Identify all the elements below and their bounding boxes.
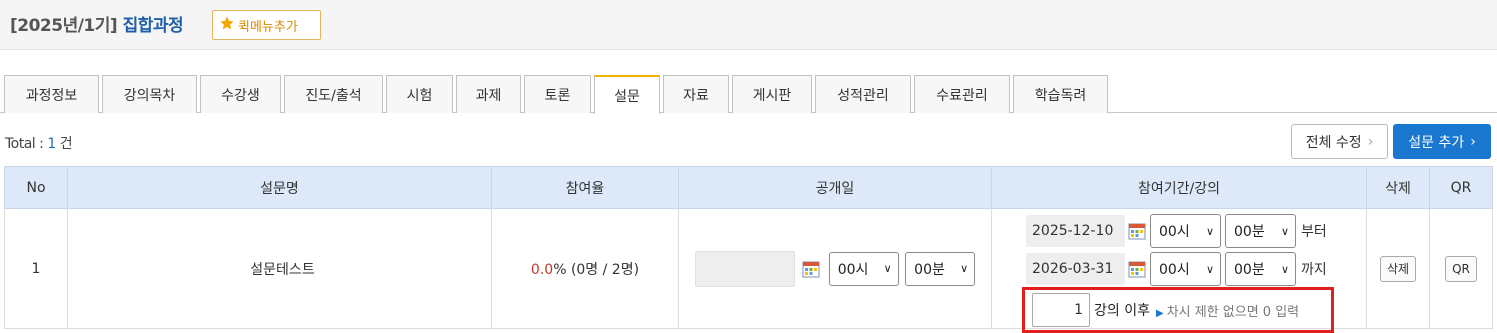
tab-label: 학습독려 [1034, 87, 1087, 104]
survey-table: No 설문명 참여율 공개일 참여기간/강의 삭제 QR 1 설문테스트 0.0… [4, 166, 1493, 333]
tab-label: 수강생 [221, 87, 260, 104]
total-number: 1 [47, 136, 56, 152]
top-bar: [2025년/1기] 집합과정 퀵메뉴추가 [0, 0, 1497, 50]
header-no: No [4, 166, 68, 209]
chevron-down-icon: ∨ [1280, 224, 1289, 238]
period-end-row: 2026-03-31 00시 ∨ 00분 ∨ 까지 [1026, 251, 1327, 287]
tab-label: 게시판 [752, 87, 792, 104]
table-header-row: No 설문명 참여율 공개일 참여기간/강의 삭제 QR [4, 166, 1493, 209]
rate-percent: 0.0 [530, 261, 554, 278]
tab-label: 진도/출석 [305, 87, 362, 104]
lecture-hint: ▶ 차시 제한 없으면 0 입력 [1156, 301, 1299, 320]
chevron-down-icon: ∨ [1280, 262, 1289, 276]
open-hour-value: 00시 [837, 261, 869, 278]
total-prefix: Total : [5, 136, 48, 152]
delete-button[interactable]: 삭제 [1379, 255, 1417, 282]
cell-delete: 삭제 [1366, 208, 1430, 329]
table-row: 1 설문테스트 0.0% (0명 / 2명) 00시 ∨ 00분 ∨ 2025-12… [4, 208, 1493, 333]
tab-students[interactable]: 수강생 [200, 75, 281, 113]
tab-materials[interactable]: 자료 [663, 75, 729, 113]
survey-name-link[interactable]: 설문테스트 [67, 208, 492, 329]
tab-label: 성적관리 [837, 87, 889, 104]
end-date-input[interactable]: 2026-03-31 [1026, 253, 1125, 285]
start-minute-select[interactable]: 00분 ∨ [1225, 214, 1296, 248]
tab-board[interactable]: 게시판 [732, 75, 812, 113]
open-minute-select[interactable]: 00분 ∨ [905, 251, 976, 286]
tab-exam[interactable]: 시험 [386, 75, 453, 113]
end-minute-select[interactable]: 00분 ∨ [1225, 252, 1296, 286]
tab-progress-attendance[interactable]: 진도/출석 [284, 75, 383, 113]
course-name: 집합과정 [122, 16, 184, 36]
tab-encouragement[interactable]: 학습독려 [1013, 75, 1108, 113]
tab-label: 과정정보 [25, 87, 78, 104]
tab-label: 과제 [475, 87, 502, 104]
chevron-down-icon: ∨ [1205, 262, 1214, 276]
header-period: 참여기간/강의 [991, 166, 1367, 209]
start-suffix: 부터 [1301, 224, 1327, 240]
open-minute-value: 00분 [914, 261, 945, 278]
triangle-right-icon: ▶ [1155, 307, 1164, 319]
tab-label: 자료 [683, 87, 709, 104]
tab-survey[interactable]: 설문 [594, 75, 660, 114]
tab-label: 설문 [614, 88, 640, 105]
tab-label: 강의목차 [123, 87, 176, 104]
end-minute-value: 00분 [1234, 262, 1265, 278]
open-date-input[interactable] [694, 250, 795, 287]
total-unit: 건 [55, 136, 73, 152]
cell-period: 2025-12-10 00시 ∨ 00분 ∨ 부터 2026-03-31 00시 ∨ … [991, 208, 1367, 333]
tab-label: 토론 [544, 87, 571, 104]
tab-completion[interactable]: 수료관리 [914, 75, 1010, 113]
lecture-hint-text: 차시 제한 없으면 0 입력 [1166, 304, 1300, 320]
course-title: [2025년/1기] 집합과정 [10, 11, 184, 36]
calendar-icon[interactable] [802, 260, 820, 278]
header-name: 설문명 [67, 166, 492, 209]
cell-no: 1 [4, 208, 68, 329]
tab-course-info[interactable]: 과정정보 [4, 75, 99, 113]
end-suffix: 까지 [1301, 262, 1327, 278]
start-hour-value: 00시 [1159, 224, 1190, 240]
chevron-right-icon: › [1470, 133, 1476, 150]
cell-rate: 0.0% (0명 / 2명) [491, 208, 679, 329]
edit-all-button[interactable]: 전체 수정 › [1291, 124, 1388, 159]
tab-label: 수료관리 [936, 87, 988, 104]
chevron-down-icon: ∨ [960, 262, 969, 275]
quick-menu-add-label: 퀵메뉴추가 [238, 19, 298, 35]
header-delete: 삭제 [1366, 166, 1430, 209]
tab-discussion[interactable]: 토론 [524, 75, 591, 113]
header-open-date: 공개일 [678, 166, 992, 209]
chevron-down-icon: ∨ [1205, 224, 1214, 238]
period-start-row: 2025-12-10 00시 ∨ 00분 ∨ 부터 [1026, 213, 1327, 249]
start-hour-select[interactable]: 00시 ∨ [1150, 214, 1221, 248]
rate-detail: % (0명 / 2명) [553, 261, 640, 278]
edit-all-label: 전체 수정 [1305, 134, 1362, 151]
lecture-limit-highlight: 1 강의 이후 ▶ 차시 제한 없으면 0 입력 [1022, 287, 1334, 333]
add-survey-button[interactable]: 설문 추가 › [1393, 124, 1491, 159]
course-tabs: 과정정보 강의목차 수강생 진도/출석 시험 과제 토론 설문 자료 게시판 성… [4, 75, 1111, 114]
course-term: [2025년/1기] [10, 16, 118, 36]
calendar-icon[interactable] [1128, 222, 1146, 240]
star-icon [219, 15, 235, 35]
qr-button[interactable]: QR [1445, 255, 1477, 282]
header-rate: 참여율 [491, 166, 679, 209]
start-minute-value: 00분 [1234, 224, 1265, 240]
lecture-limit-input[interactable]: 1 [1032, 293, 1090, 327]
chevron-right-icon: › [1367, 133, 1374, 150]
total-count: Total : 1 건 [5, 133, 73, 153]
open-hour-select[interactable]: 00시 ∨ [828, 251, 899, 286]
tab-label: 시험 [406, 87, 433, 104]
cell-open-date: 00시 ∨ 00분 ∨ [678, 208, 992, 329]
quick-menu-add-button[interactable]: 퀵메뉴추가 [212, 10, 321, 40]
tab-assignment[interactable]: 과제 [456, 75, 521, 113]
end-hour-select[interactable]: 00시 ∨ [1150, 252, 1221, 286]
add-survey-label: 설문 추가 [1408, 134, 1465, 151]
chevron-down-icon: ∨ [883, 262, 892, 275]
end-hour-value: 00시 [1159, 262, 1190, 278]
calendar-icon[interactable] [1128, 260, 1146, 278]
lecture-after-label: 강의 이후 [1094, 303, 1150, 319]
tab-grades[interactable]: 성적관리 [815, 75, 911, 113]
tab-lecture-index[interactable]: 강의목차 [102, 75, 197, 113]
header-qr: QR [1429, 166, 1493, 209]
cell-qr: QR [1429, 208, 1493, 329]
start-date-input[interactable]: 2025-12-10 [1026, 215, 1125, 247]
